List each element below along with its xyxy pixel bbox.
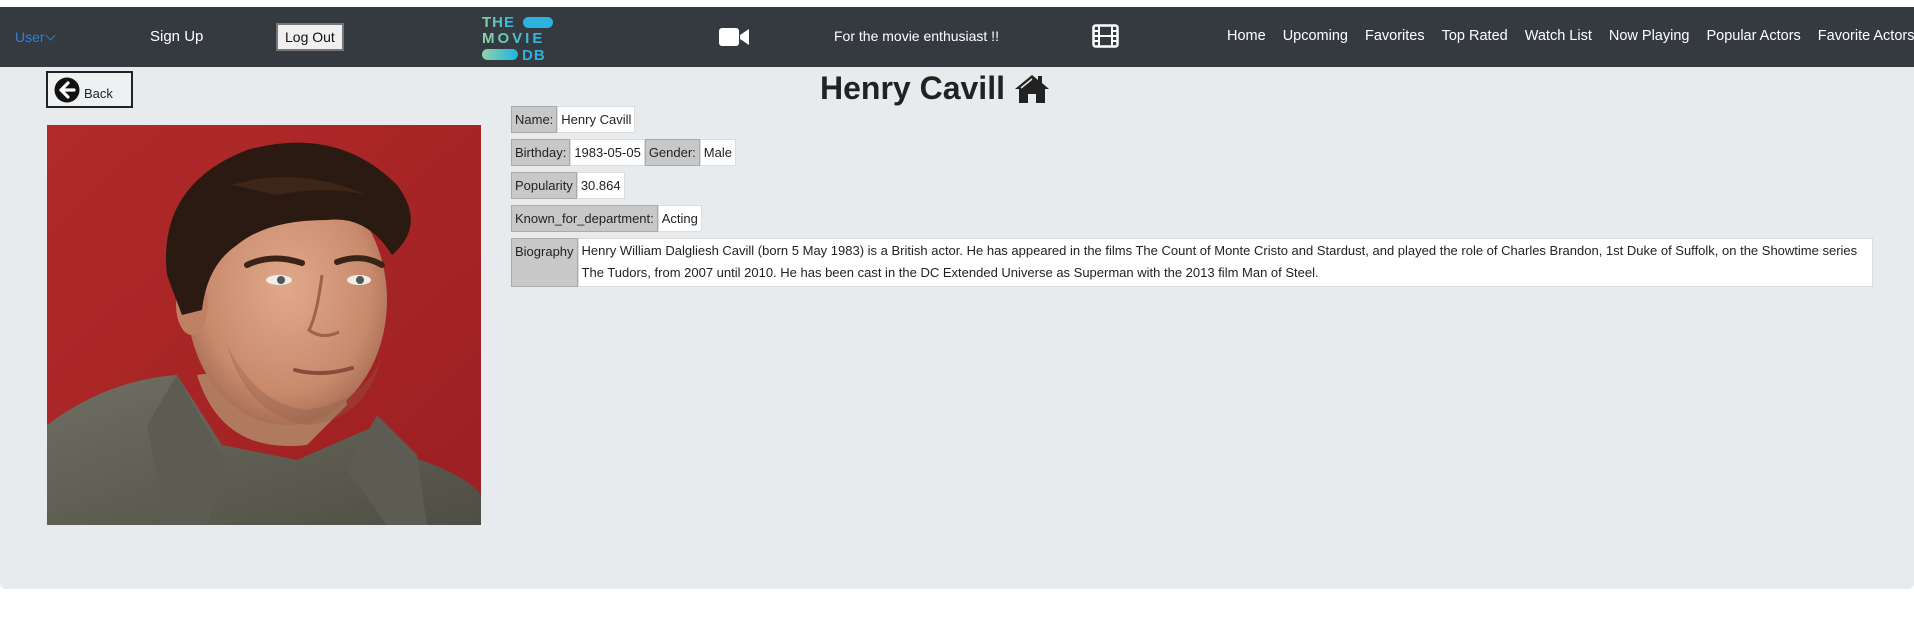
tmdb-logo[interactable]: THE MOVIE DB — [482, 12, 554, 64]
actor-photo — [47, 125, 481, 525]
nav-link-top-rated[interactable]: Top Rated — [1442, 28, 1508, 44]
gender-value: Male — [699, 139, 736, 166]
department-row: Known_for_department: Acting — [511, 205, 702, 232]
biography-label: Biography — [511, 238, 578, 287]
home-icon[interactable] — [1013, 73, 1051, 105]
film-icon — [1092, 24, 1119, 48]
gender-label: Gender: — [644, 139, 700, 166]
popularity-value: 30.864 — [576, 172, 625, 199]
department-label: Known_for_department: — [511, 205, 658, 232]
back-button-label: Back — [84, 86, 113, 101]
page-top-strip — [0, 0, 1914, 7]
nav-link-home[interactable]: Home — [1227, 28, 1266, 44]
user-dropdown-label: User — [15, 29, 45, 45]
name-value: Henry Cavill — [557, 106, 636, 133]
name-label: Name: — [511, 106, 558, 133]
nav-link-favorite-actors[interactable]: Favorite Actors — [1818, 28, 1914, 44]
birthday-label: Birthday: — [511, 139, 571, 166]
department-value: Acting — [657, 205, 702, 232]
page-title-text: Henry Cavill — [820, 70, 1005, 106]
logo-text-line2: MOVIE — [482, 30, 545, 47]
tagline: For the movie enthusiast !! — [834, 28, 999, 44]
back-button[interactable]: Back — [46, 71, 133, 108]
nav-links: Home Upcoming Favorites Top Rated Watch … — [1227, 28, 1914, 44]
nav-link-popular-actors[interactable]: Popular Actors — [1706, 28, 1800, 44]
biography-value: Henry William Dalgliesh Cavill (born 5 M… — [577, 238, 1873, 287]
name-row: Name: Henry Cavill — [511, 106, 636, 133]
nav-link-upcoming[interactable]: Upcoming — [1283, 28, 1348, 44]
logo-text-line3: DB — [522, 47, 546, 64]
nav-link-watch-list[interactable]: Watch List — [1525, 28, 1592, 44]
biography-row: Biography Henry William Dalgliesh Cavill… — [511, 238, 1873, 287]
arrow-circle-left-icon — [54, 77, 80, 102]
main-content: Back Henry Cavill Name: Henry Cavill Bir… — [0, 67, 1914, 589]
navbar: User Sign Up Log Out THE MOVIE DB For th… — [0, 7, 1914, 67]
popularity-row: Popularity 30.864 — [511, 172, 625, 199]
nav-link-now-playing[interactable]: Now Playing — [1609, 28, 1690, 44]
user-dropdown[interactable]: User — [15, 29, 56, 45]
page-title: Henry Cavill — [820, 70, 1051, 107]
logo-text-line1: THE — [482, 14, 515, 31]
nav-link-favorites[interactable]: Favorites — [1365, 28, 1425, 44]
popularity-label: Popularity — [511, 172, 577, 199]
chevron-down-icon — [45, 30, 56, 41]
birthday-gender-row: Birthday: 1983-05-05 Gender: Male — [511, 139, 736, 166]
logout-button[interactable]: Log Out — [276, 23, 344, 51]
video-camera-icon — [719, 28, 749, 46]
signup-link[interactable]: Sign Up — [150, 28, 203, 45]
birthday-value: 1983-05-05 — [570, 139, 645, 166]
